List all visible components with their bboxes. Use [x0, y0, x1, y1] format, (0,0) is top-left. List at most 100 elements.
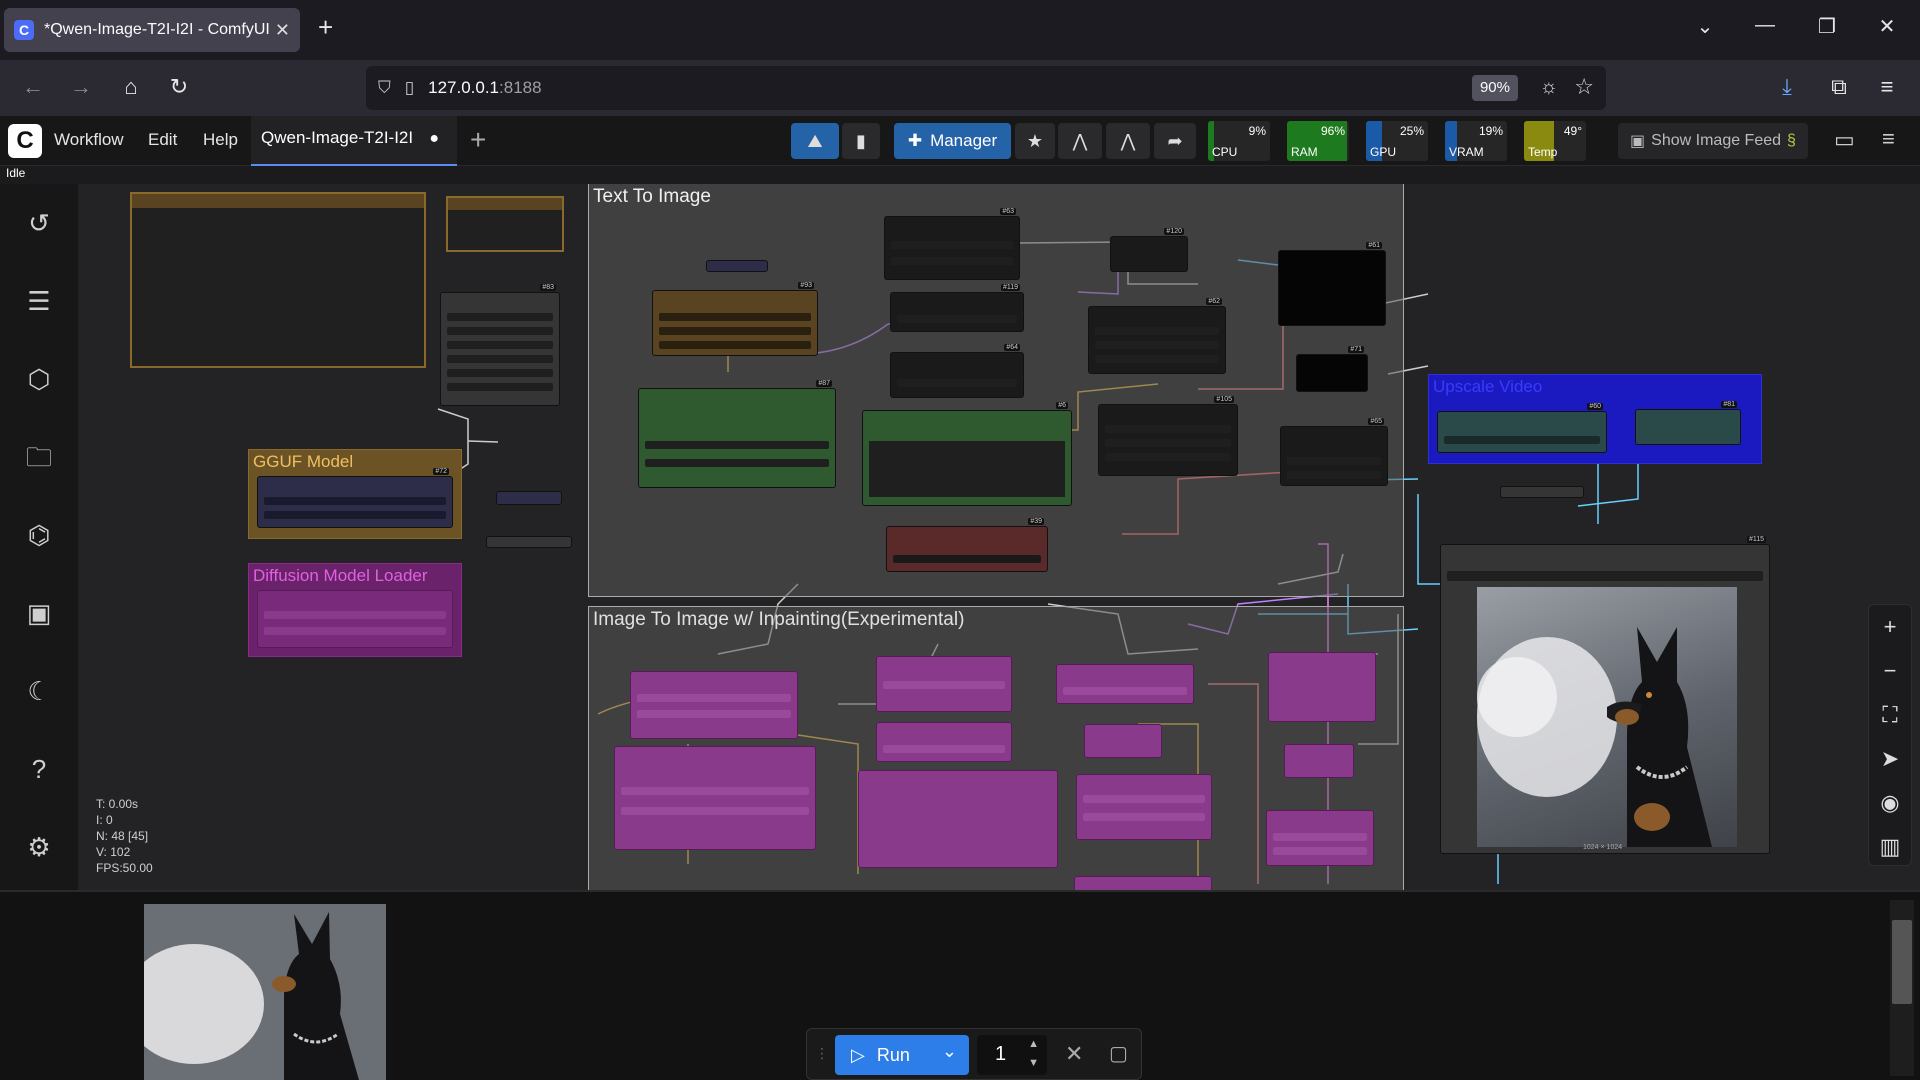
- comfy-logo-icon[interactable]: C: [8, 124, 42, 158]
- node-widget[interactable]: [1095, 355, 1219, 363]
- i2i-image-node[interactable]: [876, 656, 1012, 712]
- node-widget[interactable]: [883, 745, 1005, 753]
- node-widget[interactable]: [1273, 833, 1367, 841]
- add-workflow-icon[interactable]: +: [470, 124, 486, 156]
- panel-toggle-icon[interactable]: ▭: [1834, 127, 1855, 153]
- negative-prompt-node[interactable]: #6: [862, 402, 1072, 506]
- node-widget[interactable]: [659, 327, 811, 335]
- feed-image-thumbnail[interactable]: [144, 904, 386, 1080]
- run-button[interactable]: ▷ Run ⌄: [835, 1035, 969, 1075]
- node-widget[interactable]: [264, 611, 446, 619]
- url-bar[interactable]: ⛉ ▯ 127.0.0.1:8188 90% ☼ ☆: [366, 66, 1606, 110]
- fingerprint-icon[interactable]: ☼: [1540, 76, 1558, 99]
- menu-help[interactable]: Help: [203, 130, 238, 150]
- show-image-feed-button[interactable]: ▣ Show Image Feed §: [1618, 123, 1808, 159]
- node-widget[interactable]: [1444, 436, 1600, 444]
- node-widget[interactable]: [447, 383, 553, 391]
- settings-gear-icon[interactable]: ⚙: [22, 830, 56, 864]
- ksampler-node[interactable]: #61: [1278, 242, 1386, 326]
- node-widget[interactable]: [264, 497, 446, 505]
- reroute-node[interactable]: [706, 260, 768, 272]
- node-widget[interactable]: [1105, 425, 1231, 433]
- zoom-in-icon[interactable]: +: [1869, 605, 1911, 649]
- prompt-text-area[interactable]: [869, 441, 1065, 497]
- gguf-model-group[interactable]: GGUF Model #72: [248, 449, 462, 539]
- menu-icon[interactable]: ≡: [1872, 74, 1902, 100]
- i2i-save-node[interactable]: [1266, 810, 1374, 866]
- share-icon[interactable]: ➦: [1154, 123, 1196, 159]
- node-widget[interactable]: [1083, 813, 1205, 821]
- help-icon[interactable]: ?: [22, 752, 56, 786]
- node-widget[interactable]: [891, 257, 1013, 265]
- node-widget[interactable]: [897, 315, 1017, 323]
- node-widget[interactable]: [645, 441, 829, 449]
- node-widget[interactable]: [1063, 687, 1187, 695]
- window-close-icon[interactable]: ✕: [1872, 14, 1902, 39]
- node-widget[interactable]: [447, 355, 553, 363]
- node-widget[interactable]: [447, 313, 553, 321]
- i2i-negative-node[interactable]: [858, 770, 1058, 868]
- vae-decode-node[interactable]: #39: [886, 518, 1048, 572]
- node-widget[interactable]: [659, 313, 811, 321]
- node-widget[interactable]: [897, 379, 1017, 387]
- reload-icon[interactable]: ↻: [164, 74, 194, 100]
- increment-icon[interactable]: ▲: [1028, 1038, 1039, 1050]
- save-image-options-node[interactable]: #65: [1280, 418, 1388, 486]
- model-library-icon[interactable]: ⬡: [22, 362, 56, 396]
- node-widget[interactable]: [264, 511, 446, 519]
- manager-button[interactable]: ✚ Manager: [894, 123, 1011, 159]
- node-canvas[interactable]: #83 GGUF Model #72 Diffusion Model Loade…: [78, 184, 1920, 890]
- node-widget[interactable]: [891, 241, 1013, 249]
- seed-node[interactable]: #64: [890, 344, 1024, 398]
- latent-node[interactable]: #63: [884, 208, 1020, 280]
- star-icon[interactable]: ☆: [1574, 74, 1594, 100]
- zoom-out-icon[interactable]: −: [1869, 649, 1911, 693]
- bookmark-icon[interactable]: ▮: [842, 123, 880, 159]
- cancel-icon[interactable]: ✕: [1065, 1041, 1083, 1067]
- forward-icon[interactable]: →: [66, 74, 96, 100]
- batch-count-input[interactable]: 1 ▲ ▼: [977, 1035, 1047, 1075]
- i2i-prompt-node[interactable]: [614, 746, 816, 850]
- small-note-node[interactable]: [446, 196, 564, 252]
- node-widget[interactable]: [1287, 471, 1381, 479]
- node-library-icon[interactable]: ⌬: [22, 518, 56, 552]
- i2i-vae-node[interactable]: [1284, 744, 1354, 778]
- node-tool-2-icon[interactable]: ⋀: [1106, 123, 1150, 159]
- workflows-folder-icon[interactable]: 🗀: [22, 440, 56, 474]
- i2i-sampler-options-node[interactable]: [1056, 664, 1194, 704]
- unet-loader-gguf-node[interactable]: #72: [257, 468, 453, 528]
- download-icon[interactable]: ⤓: [1772, 74, 1802, 100]
- node-widget[interactable]: [447, 341, 553, 349]
- reroute-node[interactable]: [496, 491, 562, 505]
- menu-workflow[interactable]: Workflow: [54, 130, 124, 150]
- node-widget[interactable]: [1083, 795, 1205, 803]
- close-icon[interactable]: ✕: [275, 20, 290, 41]
- node-widget[interactable]: [1447, 571, 1763, 581]
- extensions-icon[interactable]: ⧉: [1824, 74, 1854, 100]
- sampler-settings-node[interactable]: #119: [890, 284, 1024, 332]
- home-icon[interactable]: ⌂: [116, 74, 146, 100]
- node-widget[interactable]: [447, 327, 553, 335]
- node-widget[interactable]: [1095, 327, 1219, 335]
- node-widget[interactable]: [447, 369, 553, 377]
- history-icon[interactable]: ↺: [22, 206, 56, 240]
- preview-image-node[interactable]: #115 1024 × 1024: [1440, 536, 1770, 854]
- run-dropdown-icon[interactable]: ⌄: [942, 1041, 957, 1062]
- upscale-model-node[interactable]: #60: [1437, 403, 1607, 453]
- node-widget[interactable]: [1287, 457, 1381, 465]
- vae-node[interactable]: #71: [1296, 346, 1368, 392]
- node-widget[interactable]: [264, 627, 446, 635]
- new-tab-icon[interactable]: +: [318, 12, 333, 43]
- menu-edit[interactable]: Edit: [148, 130, 177, 150]
- diffusion-model-loader-group[interactable]: Diffusion Model Loader: [248, 563, 462, 657]
- browser-tab[interactable]: C *Qwen-Image-T2I-I2I - ComfyUI ✕: [4, 8, 300, 52]
- select-mode-icon[interactable]: ➤: [1869, 737, 1911, 781]
- reroute-node[interactable]: [1500, 486, 1584, 498]
- node-widget[interactable]: [893, 555, 1041, 563]
- toggle-links-eye-icon[interactable]: ◉: [1869, 781, 1911, 825]
- i2i-model-sampling-node[interactable]: [1084, 724, 1162, 758]
- reroute-node[interactable]: [486, 536, 572, 548]
- model-sampling-node[interactable]: #120: [1110, 228, 1188, 272]
- i2i-latent-node[interactable]: [1076, 774, 1212, 840]
- workflow-tab[interactable]: Qwen-Image-T2I-I2I ●: [251, 116, 457, 166]
